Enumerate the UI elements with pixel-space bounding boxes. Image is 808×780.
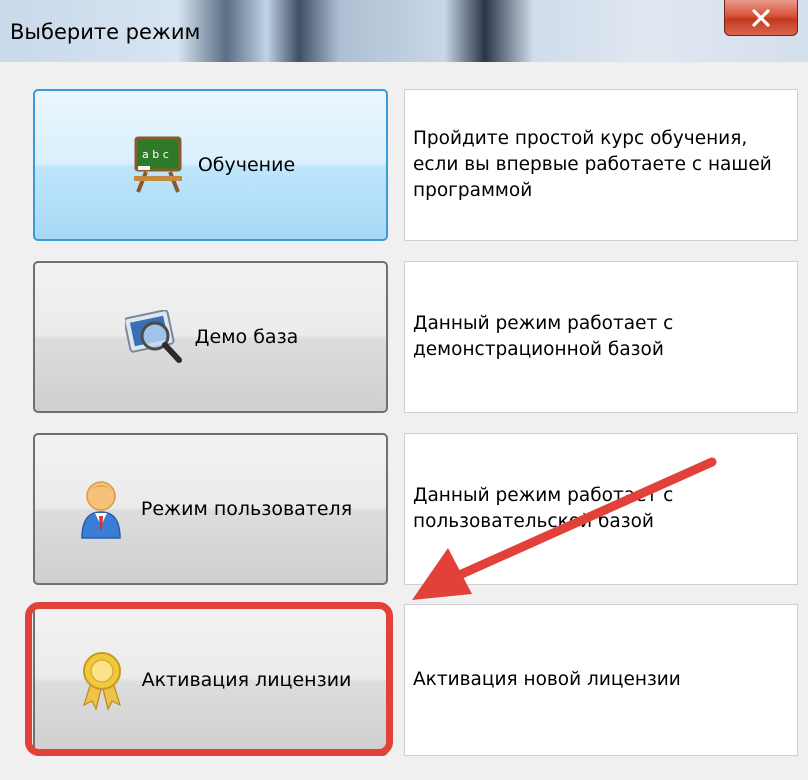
description-text: Пройдите простой курс обучения, если вы … [413,128,772,201]
mode-label-license: Активация лицензии [141,669,352,691]
description-text: Активация новой лицензии [413,669,681,690]
mode-description-user: Данный режим работает с пользовательской… [404,433,798,585]
mode-label-user: Режим пользователя [140,498,353,520]
mode-label-demo: Демо база [194,326,299,348]
mode-button-user[interactable]: Режим пользователя [33,433,388,585]
award-ribbon-icon [70,648,134,712]
close-button[interactable] [724,0,798,36]
magnifier-screen-icon [123,305,187,369]
close-icon [752,8,770,27]
mode-button-training[interactable]: a b c Обучение [33,89,388,241]
description-text: Данный режим работает с демонстрационной… [413,313,674,360]
mode-button-license[interactable]: Активация лицензии [33,604,388,756]
chalkboard-text: a b c [142,148,169,161]
mode-description-training: Пройдите простой курс обучения, если вы … [404,89,798,241]
chalkboard-icon: a b c [126,133,190,197]
description-text: Данный режим работает с пользовательской… [413,485,674,532]
user-icon [69,477,133,541]
mode-button-demo[interactable]: Демо база [33,261,388,413]
mode-description-demo: Данный режим работает с демонстрационной… [404,261,798,413]
mode-description-license: Активация новой лицензии [404,604,798,756]
mode-label-training: Обучение [197,154,296,176]
title-bar: Выберите режим [0,0,808,62]
window-title: Выберите режим [10,20,201,44]
